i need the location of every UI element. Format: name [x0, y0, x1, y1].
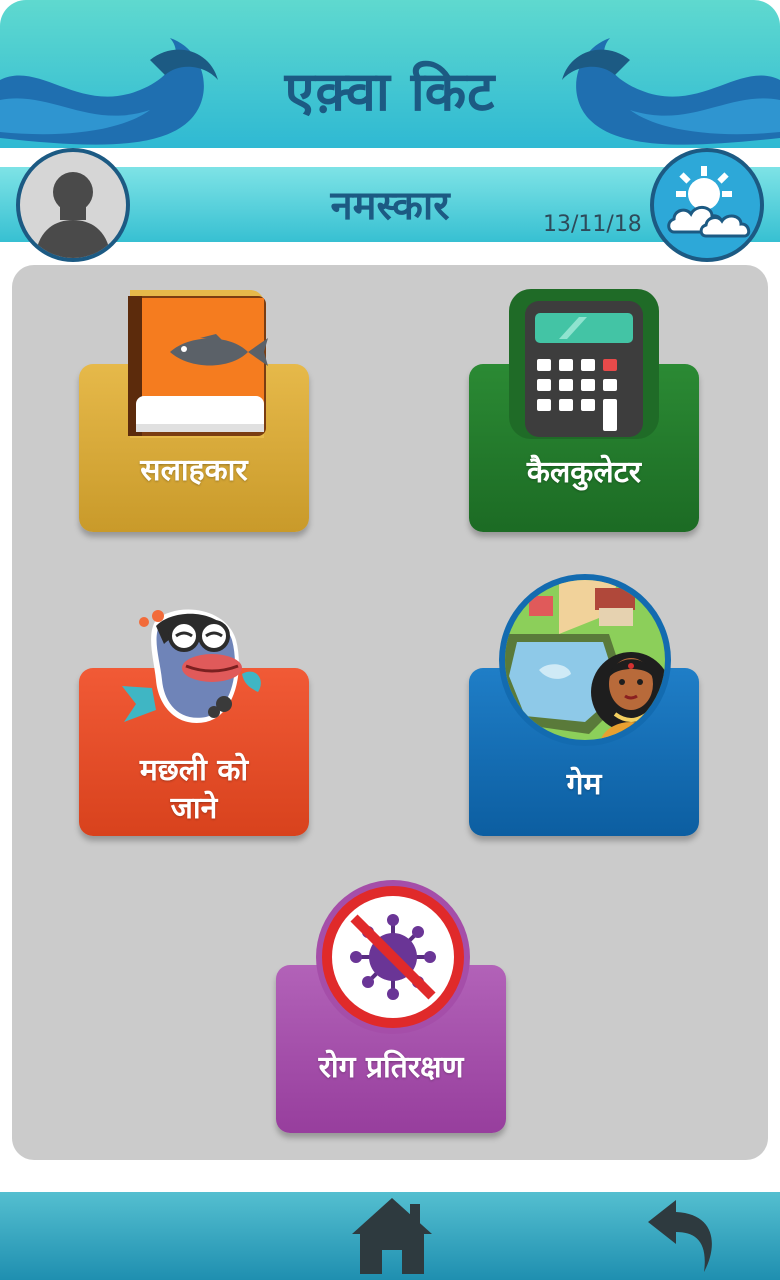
- game-label: गेम: [566, 767, 602, 802]
- back-arrow-icon[interactable]: [646, 1196, 720, 1276]
- cartoon-fish-icon: [122, 609, 261, 723]
- village-pond-icon: [499, 574, 671, 746]
- weather-partly-cloudy-icon[interactable]: [650, 148, 764, 262]
- user-avatar-icon[interactable]: [16, 148, 130, 262]
- home-icon[interactable]: [348, 1194, 436, 1276]
- fish-book-icon: [128, 290, 268, 438]
- app-title: एक़्वा किट: [284, 60, 496, 123]
- date-label: 13/11/18: [543, 212, 642, 237]
- no-virus-icon: [316, 880, 470, 1034]
- know-fish-label-line1: मछली को: [139, 753, 249, 788]
- calculator-icon: [509, 289, 659, 439]
- disease-prevention-label: रोग प्रतिरक्षण: [318, 1050, 464, 1085]
- advisor-label: सलाहकार: [140, 453, 248, 488]
- calculator-label: कैलकुलेटर: [526, 455, 642, 490]
- know-fish-label-line2: जाने: [170, 791, 218, 826]
- app-header: एक़्वा किट: [0, 0, 780, 148]
